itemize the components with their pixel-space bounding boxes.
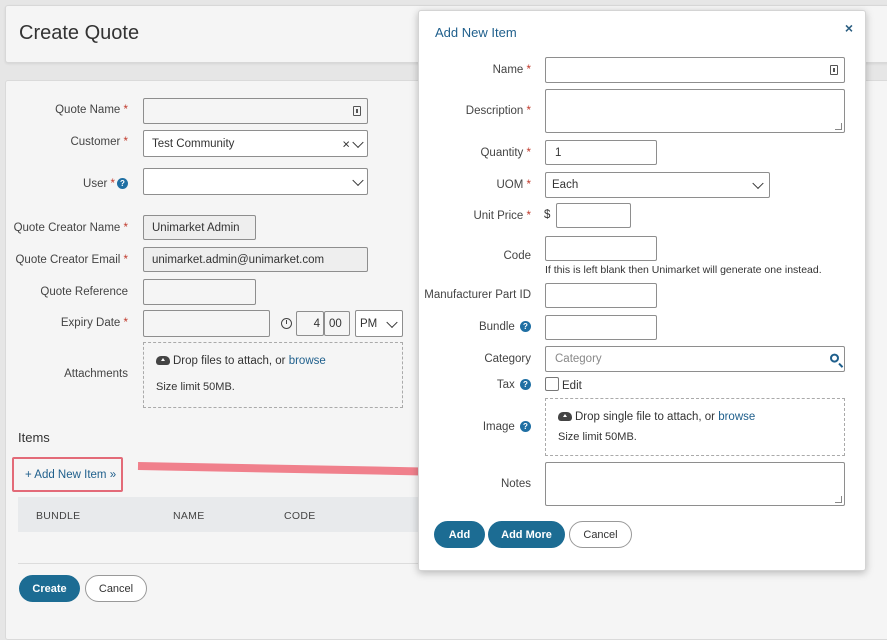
quote-creator-name-input[interactable]: Unimarket Admin <box>143 215 256 240</box>
page-title: Create Quote <box>19 22 140 44</box>
bundle-label: Bundle ? <box>419 321 531 333</box>
notes-textarea[interactable] <box>545 462 845 506</box>
cloud-upload-icon <box>558 412 572 421</box>
table-divider <box>18 563 438 564</box>
items-section-title: Items <box>18 430 50 445</box>
notes-label: Notes <box>500 478 531 490</box>
chevron-down-icon <box>752 177 764 190</box>
customer-select[interactable]: Test Community × <box>143 130 368 157</box>
clear-customer-icon[interactable]: × <box>342 136 350 151</box>
quote-creator-email-label: Quote Creator Email * <box>15 254 128 266</box>
quote-creator-email-input[interactable]: unimarket.admin@unimarket.com <box>143 247 368 272</box>
image-dropzone[interactable]: Drop single file to attach, or browse Si… <box>545 398 845 456</box>
browse-link[interactable]: browse <box>289 355 326 367</box>
clock-icon <box>281 318 292 329</box>
column-header-name[interactable]: NAME <box>173 510 205 522</box>
expiry-hour-input[interactable]: 4 <box>296 311 324 336</box>
item-uom-select[interactable]: Each <box>545 172 770 198</box>
add-new-item-modal: Add New Item × Name * Description * Quan… <box>418 10 866 571</box>
chevron-down-icon <box>352 136 364 148</box>
expiry-ampm-select[interactable]: PM <box>355 310 403 337</box>
item-code-label: Code <box>503 250 532 262</box>
size-limit-text: Size limit 50MB. <box>156 381 235 393</box>
quote-reference-label: Quote Reference <box>40 286 128 298</box>
item-uom-label: UOM * <box>496 179 531 191</box>
attachments-dropzone[interactable]: Drop files to attach, or browse Size lim… <box>143 342 403 408</box>
modal-cancel-button[interactable]: Cancel <box>569 521 632 548</box>
help-icon[interactable]: ? <box>117 178 128 190</box>
image-label: Image ? <box>419 421 531 433</box>
manufacturer-part-id-label: Manufacturer Part ID <box>424 289 531 301</box>
code-hint-text: If this is left blank then Unimarket wil… <box>545 264 822 276</box>
expiry-date-input[interactable] <box>143 310 270 337</box>
tax-label: Tax ? <box>419 379 531 391</box>
search-icon[interactable] <box>830 353 839 363</box>
category-label: Category <box>484 353 531 365</box>
chevron-down-icon <box>386 316 398 328</box>
quote-name-label: Quote Name * <box>55 104 128 116</box>
item-description-label: Description * <box>465 105 531 117</box>
attachments-label: Attachments <box>64 368 128 380</box>
create-button[interactable]: Create <box>19 575 80 602</box>
expiry-date-label: Expiry Date * <box>60 317 128 329</box>
tax-edit-checkbox[interactable] <box>545 377 559 391</box>
image-size-limit-text: Size limit 50MB. <box>558 431 637 443</box>
modal-title: Add New Item <box>435 25 517 40</box>
help-icon[interactable]: ? <box>520 379 531 391</box>
column-header-code[interactable]: CODE <box>284 510 316 522</box>
quote-name-input[interactable] <box>143 98 368 124</box>
password-manager-icon <box>353 106 361 116</box>
item-quantity-input[interactable]: 1 <box>545 140 657 165</box>
manufacturer-part-id-input[interactable] <box>545 283 657 308</box>
currency-symbol: $ <box>544 209 551 221</box>
add-new-item-link[interactable]: + Add New Item » <box>25 469 116 481</box>
chevron-down-icon <box>352 174 364 186</box>
item-name-label: Name * <box>492 64 531 76</box>
add-button[interactable]: Add <box>434 521 485 548</box>
item-unit-price-label: Unit Price * <box>473 210 531 222</box>
customer-label: Customer * <box>70 136 128 148</box>
column-header-bundle[interactable]: BUNDLE <box>36 510 80 522</box>
help-icon[interactable]: ? <box>520 421 531 433</box>
expiry-minute-input[interactable]: 00 <box>324 311 350 336</box>
tax-edit-label: Edit <box>562 380 582 392</box>
item-quantity-label: Quantity * <box>480 147 531 159</box>
items-table-header: BUNDLE NAME CODE <box>18 497 438 532</box>
add-new-item-highlight: + Add New Item » <box>12 457 123 492</box>
password-manager-icon <box>830 65 838 75</box>
item-description-textarea[interactable] <box>545 89 845 133</box>
item-unit-price-input[interactable] <box>556 203 631 228</box>
cancel-button[interactable]: Cancel <box>85 575 147 602</box>
item-name-input[interactable] <box>545 57 845 83</box>
bundle-input[interactable] <box>545 315 657 340</box>
close-icon[interactable]: × <box>845 20 853 36</box>
image-browse-link[interactable]: browse <box>718 411 755 423</box>
help-icon[interactable]: ? <box>520 321 531 333</box>
item-code-input[interactable] <box>545 236 657 261</box>
add-more-button[interactable]: Add More <box>488 521 565 548</box>
resize-handle-icon[interactable] <box>835 123 842 130</box>
cloud-upload-icon <box>156 356 170 365</box>
quote-reference-input[interactable] <box>143 279 256 305</box>
user-label: User *? <box>0 178 128 190</box>
user-select[interactable] <box>143 168 368 195</box>
resize-handle-icon[interactable] <box>835 496 842 503</box>
quote-creator-name-label: Quote Creator Name * <box>13 222 128 234</box>
category-search-input[interactable]: Category <box>545 346 845 372</box>
